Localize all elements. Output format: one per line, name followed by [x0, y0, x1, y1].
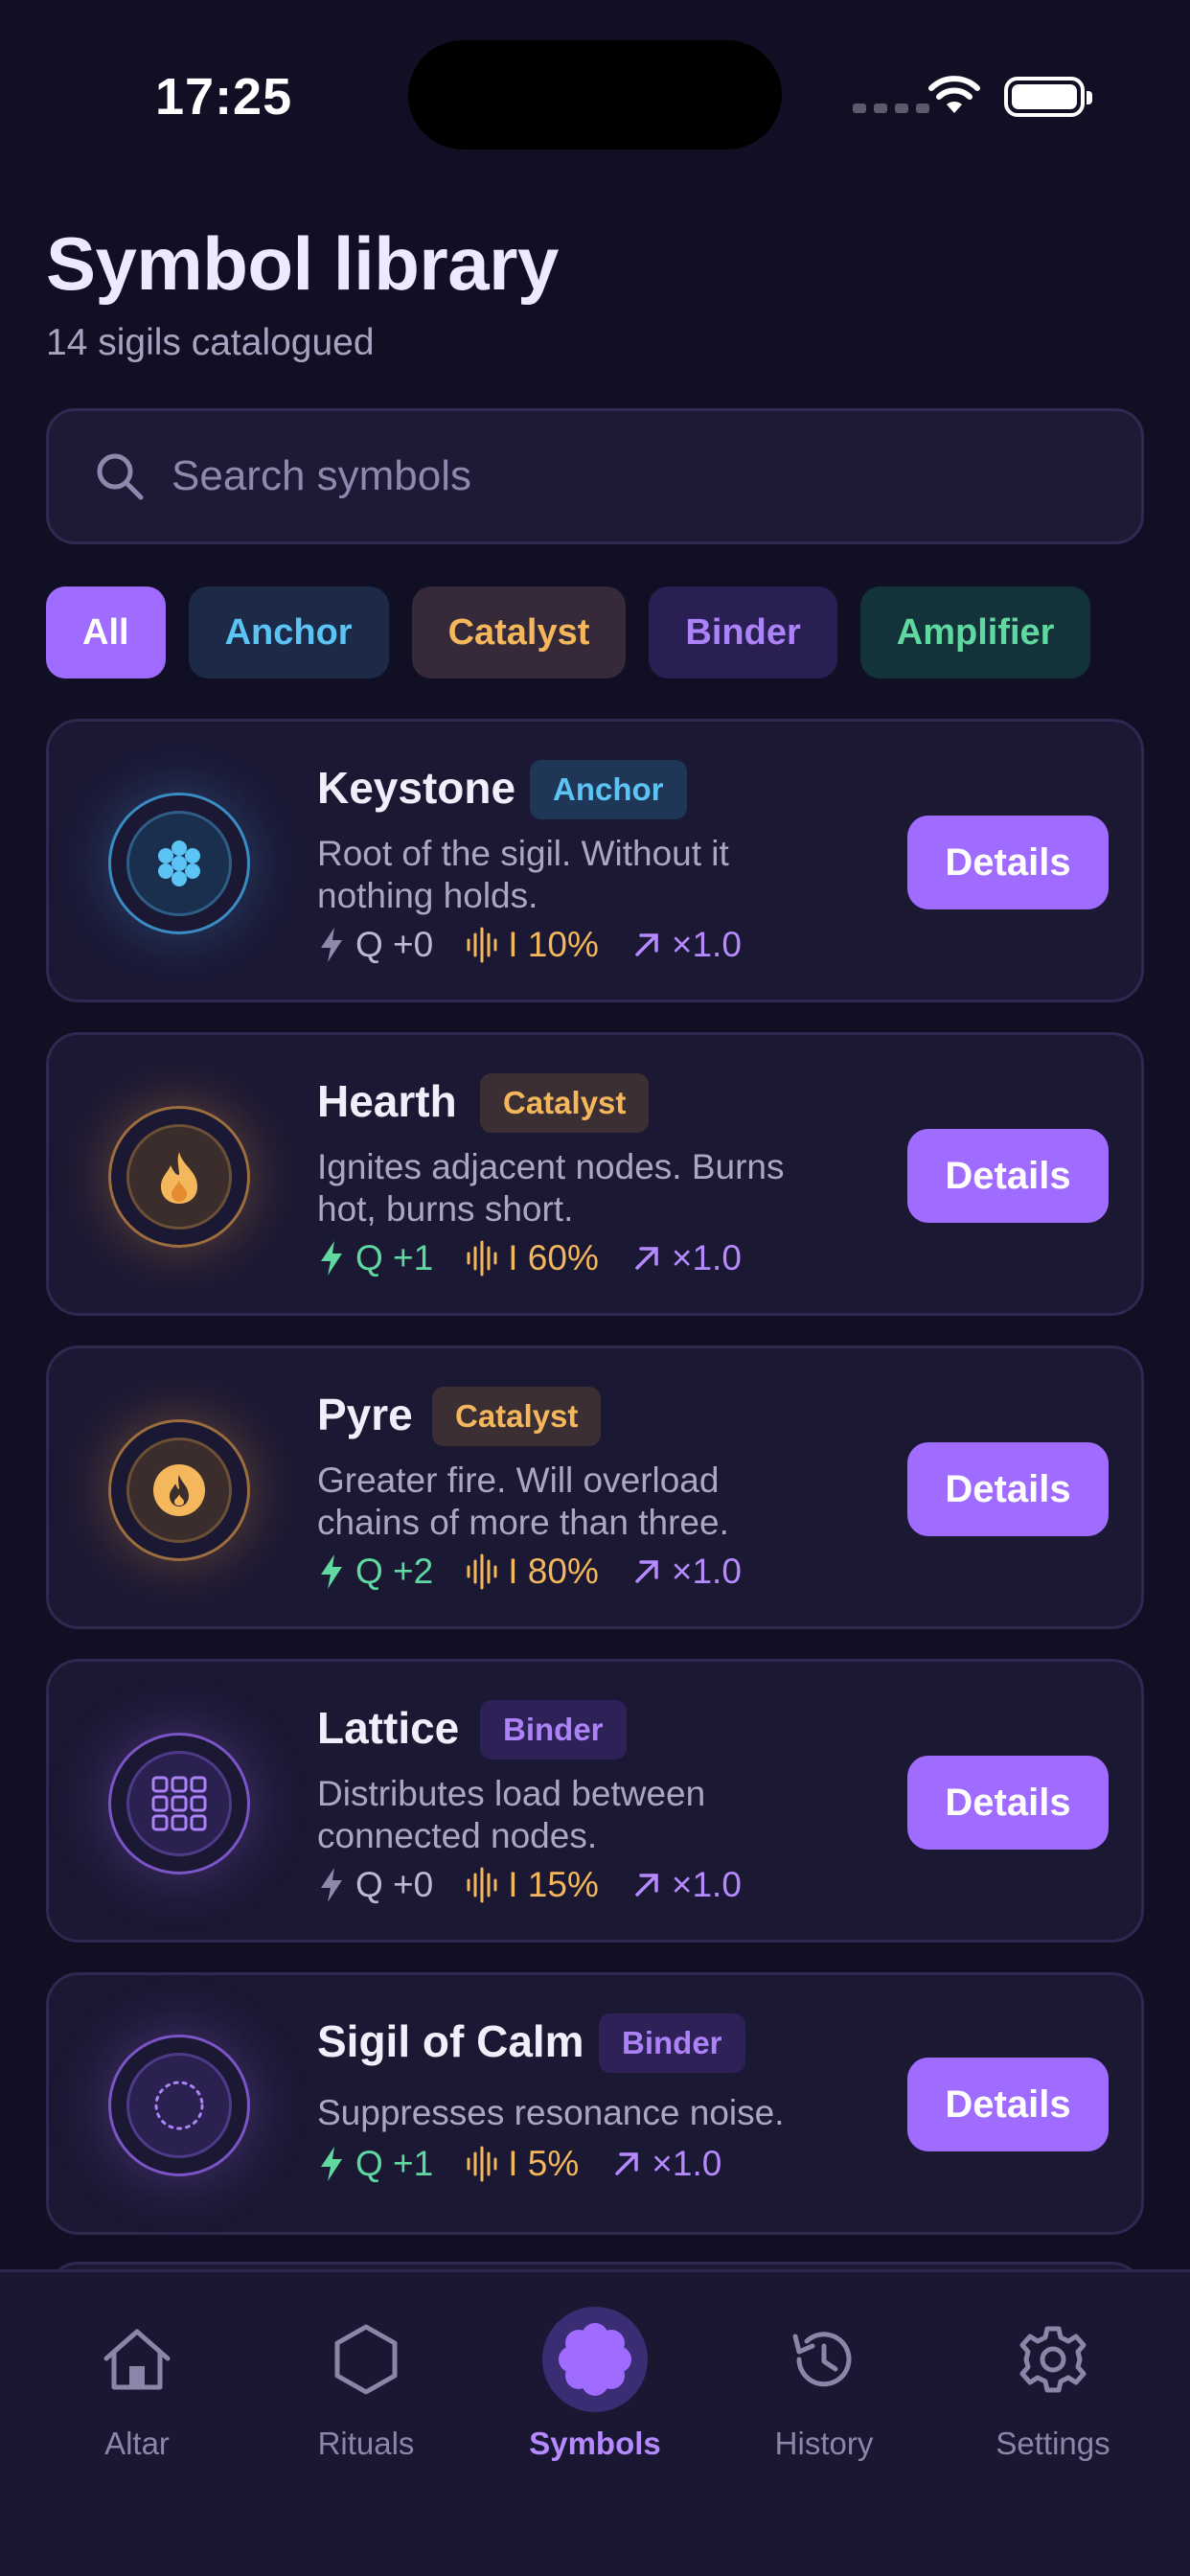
flower-badge-icon [542, 2307, 648, 2412]
details-button[interactable]: Details [907, 816, 1109, 909]
bolt-icon [321, 1868, 342, 1902]
symbol-name: Sigil of Calm [317, 2016, 584, 2066]
filter-chips: All Anchor Catalyst Binder Amplifier [46, 586, 1091, 678]
details-button[interactable]: Details [907, 2058, 1109, 2151]
symbol-name: Lattice [317, 1703, 460, 1753]
symbol-stats: Q +1 I 5% ×1.0 [317, 2144, 754, 2184]
tab-settings[interactable]: Settings [948, 2307, 1158, 2462]
cluster-icon [108, 793, 250, 934]
search-bar[interactable] [46, 408, 1144, 544]
tab-altar[interactable]: Altar [32, 2307, 242, 2462]
bolt-icon [321, 1241, 342, 1276]
wifi-icon [928, 76, 980, 113]
symbol-card[interactable]: Sigil of Calm Binder Suppresses resonanc… [46, 1972, 1144, 2235]
symbol-type-badge: Catalyst [480, 1073, 650, 1133]
multiplier-stat: ×1.0 [671, 1865, 742, 1904]
symbol-description: Distributes load between connected nodes. [317, 1774, 706, 1855]
tab-bar: Altar Rituals Symbols History Settings [0, 2269, 1190, 2576]
symbol-stats: Q +0 I 15% ×1.0 [317, 1865, 774, 1905]
symbol-stats: Q +2 I 80% ×1.0 [317, 1552, 774, 1592]
page-subtitle: 14 sigils catalogued [46, 322, 375, 363]
quality-stat: Q +0 [355, 925, 434, 964]
symbol-description: Suppresses resonance noise. [317, 2093, 785, 2132]
waveform-icon [467, 1553, 497, 1590]
battery-icon [1004, 77, 1092, 117]
tab-label: Rituals [317, 2426, 415, 2461]
quality-stat: Q +1 [355, 2144, 434, 2183]
gear-icon [1000, 2307, 1106, 2412]
waveform-icon [467, 1240, 497, 1276]
multiplier-stat: ×1.0 [671, 1238, 742, 1277]
symbol-description: Greater fire. Will overload chains of mor… [317, 1460, 729, 1542]
arrow-up-right-icon [635, 1247, 658, 1270]
fire-coin-icon [108, 1419, 250, 1561]
symbol-type-badge: Catalyst [432, 1387, 602, 1446]
quality-stat: Q +2 [355, 1552, 434, 1591]
tab-symbols[interactable]: Symbols [490, 2307, 700, 2462]
symbol-description: Ignites adjacent nodes. Burns hot, burns … [317, 1147, 785, 1229]
tab-label: History [774, 2426, 874, 2461]
tab-label: Settings [995, 2426, 1110, 2461]
symbol-name: Keystone [317, 763, 516, 813]
bolt-icon [321, 2147, 342, 2181]
intensity-stat: I 80% [508, 1552, 599, 1591]
tab-history[interactable]: History [719, 2307, 929, 2462]
dynamic-island [408, 40, 782, 150]
dotted-circle-icon [108, 2035, 250, 2176]
search-input[interactable] [172, 452, 1034, 500]
multiplier-stat: ×1.0 [652, 2144, 722, 2183]
symbol-type-badge: Anchor [530, 760, 687, 819]
multiplier-stat: ×1.0 [671, 925, 742, 964]
symbol-description: Root of the sigil. Without it nothing hol… [317, 834, 729, 915]
waveform-icon [467, 2146, 497, 2182]
filter-chip-binder[interactable]: Binder [649, 586, 837, 678]
status-time: 17:25 [155, 68, 293, 126]
grid-icon [108, 1733, 250, 1874]
symbol-name: Hearth [317, 1076, 457, 1126]
quality-stat: Q +1 [355, 1238, 434, 1277]
arrow-up-right-icon [635, 933, 658, 956]
quality-stat: Q +0 [355, 1865, 434, 1904]
status-bar: 17:25 [0, 0, 1190, 192]
filter-chip-amplifier[interactable]: Amplifier [859, 586, 1091, 678]
flame-icon [108, 1106, 250, 1248]
search-icon [97, 453, 144, 500]
details-button[interactable]: Details [907, 1756, 1109, 1850]
details-button[interactable]: Details [907, 1129, 1109, 1223]
waveform-icon [467, 927, 497, 963]
symbol-type-badge: Binder [599, 2013, 745, 2073]
symbol-name: Pyre [317, 1390, 413, 1439]
intensity-stat: I 5% [508, 2144, 580, 2183]
filter-chip-catalyst[interactable]: Catalyst [411, 586, 627, 678]
symbol-stats: Q +0 I 10% ×1.0 [317, 925, 774, 965]
arrow-up-right-icon [615, 2152, 639, 2175]
intensity-stat: I 15% [508, 1865, 599, 1904]
tab-label: Symbols [529, 2426, 661, 2461]
tab-rituals[interactable]: Rituals [261, 2307, 471, 2462]
intensity-stat: I 10% [508, 925, 599, 964]
symbol-card[interactable]: Hearth Catalyst Ignites adjacent nodes. … [46, 1032, 1144, 1316]
multiplier-stat: ×1.0 [671, 1552, 742, 1591]
arrow-up-right-icon [635, 1560, 658, 1583]
waveform-icon [467, 1867, 497, 1903]
symbol-card[interactable]: Keystone Anchor Root of the sigil. Witho… [46, 719, 1144, 1002]
hexagon-icon [313, 2307, 419, 2412]
details-button[interactable]: Details [907, 1442, 1109, 1536]
filter-chip-all[interactable]: All [46, 586, 166, 678]
home-icon [84, 2307, 190, 2412]
intensity-stat: I 60% [508, 1238, 599, 1277]
arrow-up-right-icon [635, 1874, 658, 1897]
page-title: Symbol library [46, 221, 559, 306]
symbol-card[interactable]: Lattice Binder Distributes load between c… [46, 1659, 1144, 1943]
filter-chip-anchor[interactable]: Anchor [188, 586, 389, 678]
symbol-card[interactable]: Pyre Catalyst Greater fire. Will overloa… [46, 1346, 1144, 1629]
symbol-stats: Q +1 I 60% ×1.0 [317, 1238, 774, 1278]
bolt-icon [321, 928, 342, 962]
symbol-type-badge: Binder [480, 1700, 627, 1760]
history-icon [771, 2307, 877, 2412]
cellular-signal-icon [853, 104, 929, 113]
tab-label: Altar [104, 2426, 170, 2461]
bolt-icon [321, 1554, 342, 1589]
